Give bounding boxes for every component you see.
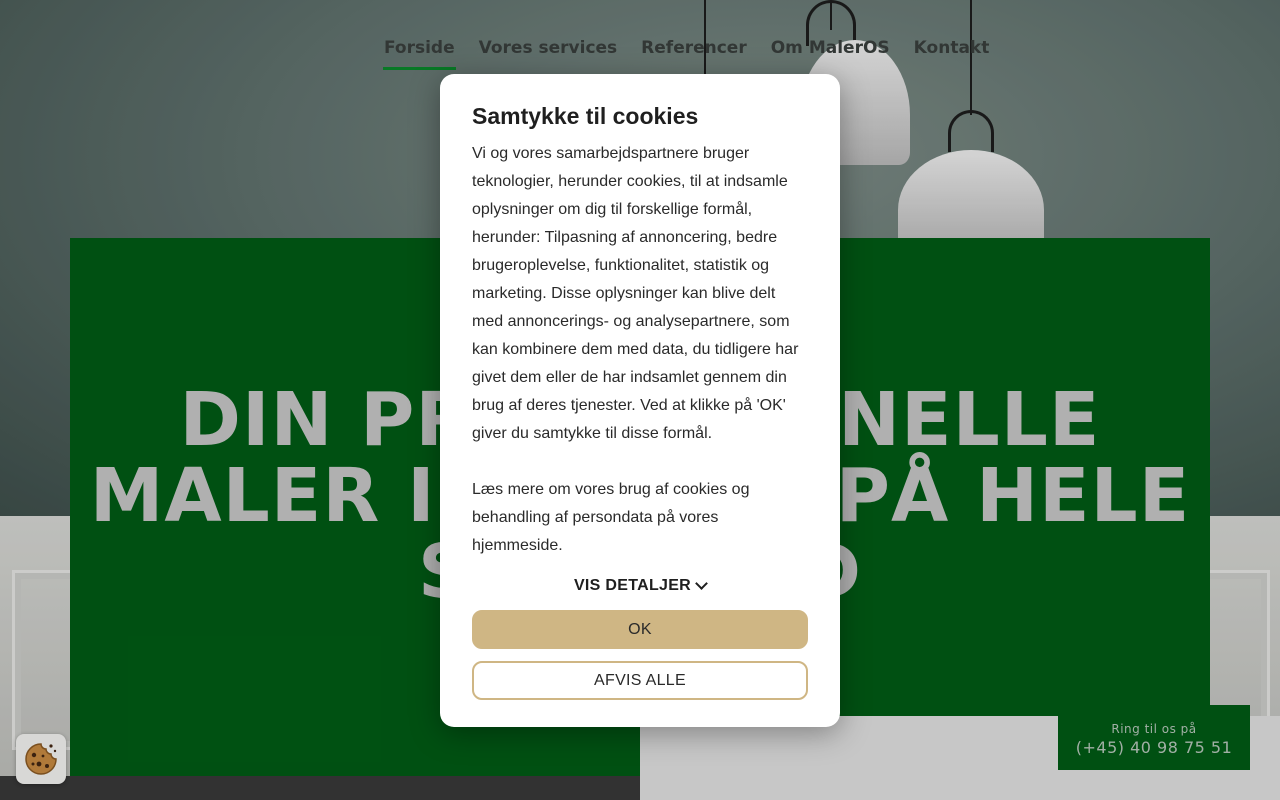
reject-all-button[interactable]: AFVIS ALLE: [472, 661, 808, 700]
cookie-consent-dialog: Samtykke til cookies Vi og vores samarbe…: [440, 74, 840, 727]
chevron-down-icon: [695, 577, 708, 590]
consent-text: Vi og vores samarbejdspartnere bruger te…: [472, 145, 799, 442]
cookie-settings-button[interactable]: [16, 734, 66, 784]
cookie-icon: [25, 743, 57, 775]
dialog-title: Samtykke til cookies: [472, 103, 699, 129]
show-details-toggle[interactable]: VIS DETALJER: [472, 574, 808, 598]
dialog-body: Vi og vores samarbejdspartnere bruger te…: [472, 140, 808, 560]
privacy-text: Læs mere om vores brug af cookies og beh…: [472, 481, 750, 554]
ok-button[interactable]: OK: [472, 610, 808, 649]
show-details-label: VIS DETALJER: [573, 577, 692, 594]
